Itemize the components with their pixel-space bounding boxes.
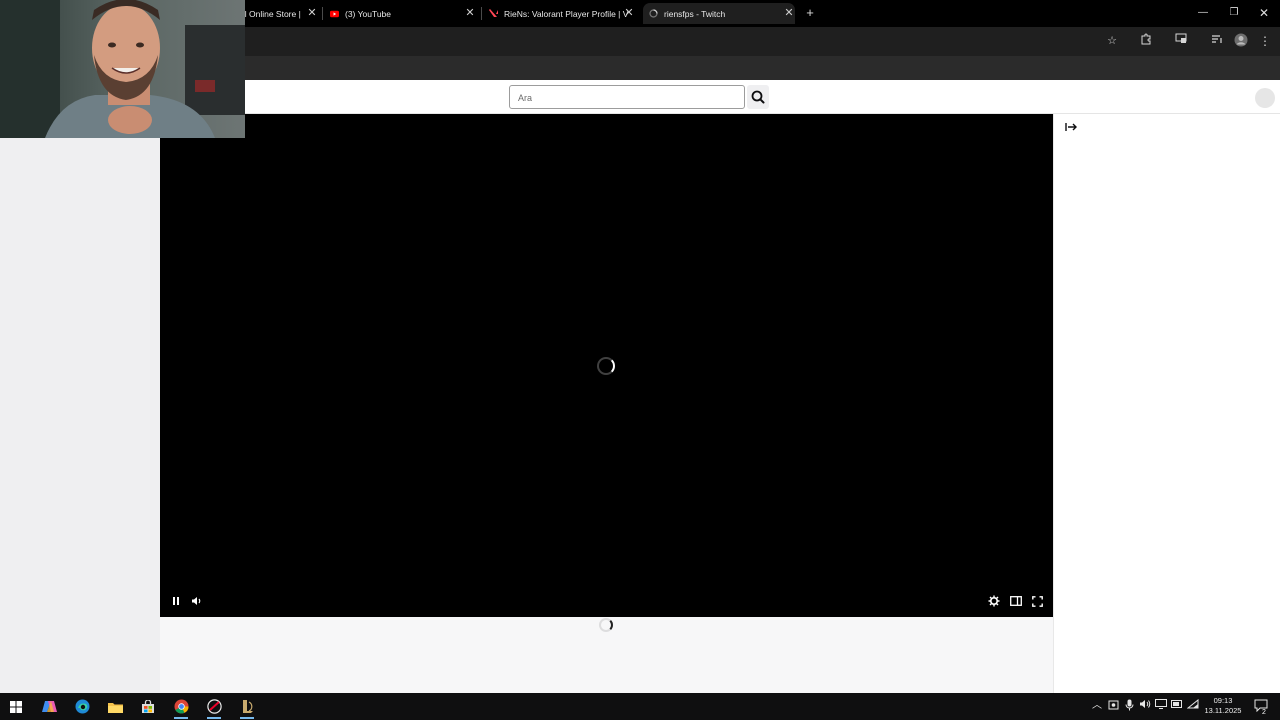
notification-count-badge: 2 [1262,709,1266,716]
fullscreen-icon [1031,595,1043,607]
close-tab-icon[interactable]: ✕ [623,7,635,19]
tab-online-store[interactable]: al Online Store | ✕ [240,3,318,24]
file-explorer-icon[interactable] [105,697,125,716]
fullscreen-button[interactable] [1029,593,1045,609]
speaker-icon[interactable] [1138,699,1152,713]
search-icon [751,90,765,104]
loading-spinner-icon [599,618,613,632]
edge-icon[interactable] [72,697,92,716]
search-button[interactable] [747,85,769,109]
tab-youtube[interactable]: (3) YouTube ✕ [330,3,476,24]
search-input[interactable]: Ara [509,85,745,109]
notifications-icon[interactable]: 2 [1252,699,1270,716]
minimize-button[interactable]: — [1195,5,1211,21]
riot-client-icon[interactable] [204,697,224,719]
chat-column [1053,114,1280,693]
restore-button[interactable]: ❐ [1226,5,1242,21]
league-icon[interactable] [237,697,257,719]
user-avatar-placeholder[interactable] [1255,88,1275,108]
windows-start-icon[interactable] [6,697,26,716]
webcam-person-image [0,0,245,138]
copilot-icon[interactable] [39,697,59,716]
microphone-icon[interactable] [1122,699,1136,713]
extensions-icon[interactable] [1138,33,1154,49]
clock-time: 09:13 [1213,696,1233,705]
close-tab-icon[interactable]: ✕ [306,7,318,19]
webcam-overlay [0,0,245,138]
theatre-mode-button[interactable] [1008,593,1024,609]
left-sidebar [0,114,160,693]
tab-title: riensfps - Twitch [664,8,726,19]
loading-spinner-icon [597,357,615,375]
chrome-icon[interactable] [171,697,191,719]
wifi-icon[interactable] [1186,698,1200,713]
pause-icon [173,597,179,605]
clock-date: 13.11.2025 [1204,706,1242,715]
reading-list-icon[interactable] [1209,33,1225,49]
collapse-chat-button[interactable] [1064,120,1078,134]
profile-avatar-icon[interactable] [1233,33,1249,49]
volume-icon [192,597,201,605]
chevron-up-icon[interactable]: ︿ [1090,699,1104,713]
battery-icon[interactable] [1170,699,1184,713]
settings-button[interactable] [986,593,1002,609]
tab-valorant-profile[interactable]: RieNs: Valorant Player Profile | V ✕ [489,3,635,24]
channel-info-area [160,617,1053,693]
tab-title: al Online Store | [240,8,301,19]
close-window-button[interactable]: ✕ [1256,5,1272,21]
theatre-mode-icon [1010,596,1022,606]
security-icon[interactable] [1106,699,1120,713]
browser-menu-icon[interactable]: ⋮ [1257,33,1273,49]
pause-button[interactable] [168,593,184,609]
video-player[interactable] [160,114,1053,617]
collapse-arrow-icon [1065,123,1077,131]
display-icon[interactable] [1154,699,1168,713]
windows-taskbar: ︿ 09:13 13.11.2025 2 [0,693,1280,720]
tab-title: RieNs: Valorant Player Profile | V [504,8,629,19]
system-clock[interactable]: 09:13 13.11.2025 [1199,696,1247,716]
store-icon[interactable] [138,697,158,716]
volume-button[interactable] [189,593,205,609]
new-tab-button[interactable]: + [802,5,818,21]
gear-icon [988,595,1000,607]
loading-spinner-icon [649,9,658,18]
valorant-icon [489,9,498,18]
tab-title: (3) YouTube [345,8,391,19]
close-tab-icon[interactable]: ✕ [783,7,795,19]
media-router-icon[interactable] [1173,33,1189,49]
close-tab-icon[interactable]: ✕ [464,7,476,19]
youtube-icon [330,9,339,18]
bookmark-star-icon[interactable]: ☆ [1104,33,1120,49]
tab-twitch-active[interactable]: riensfps - Twitch ✕ [643,3,795,24]
